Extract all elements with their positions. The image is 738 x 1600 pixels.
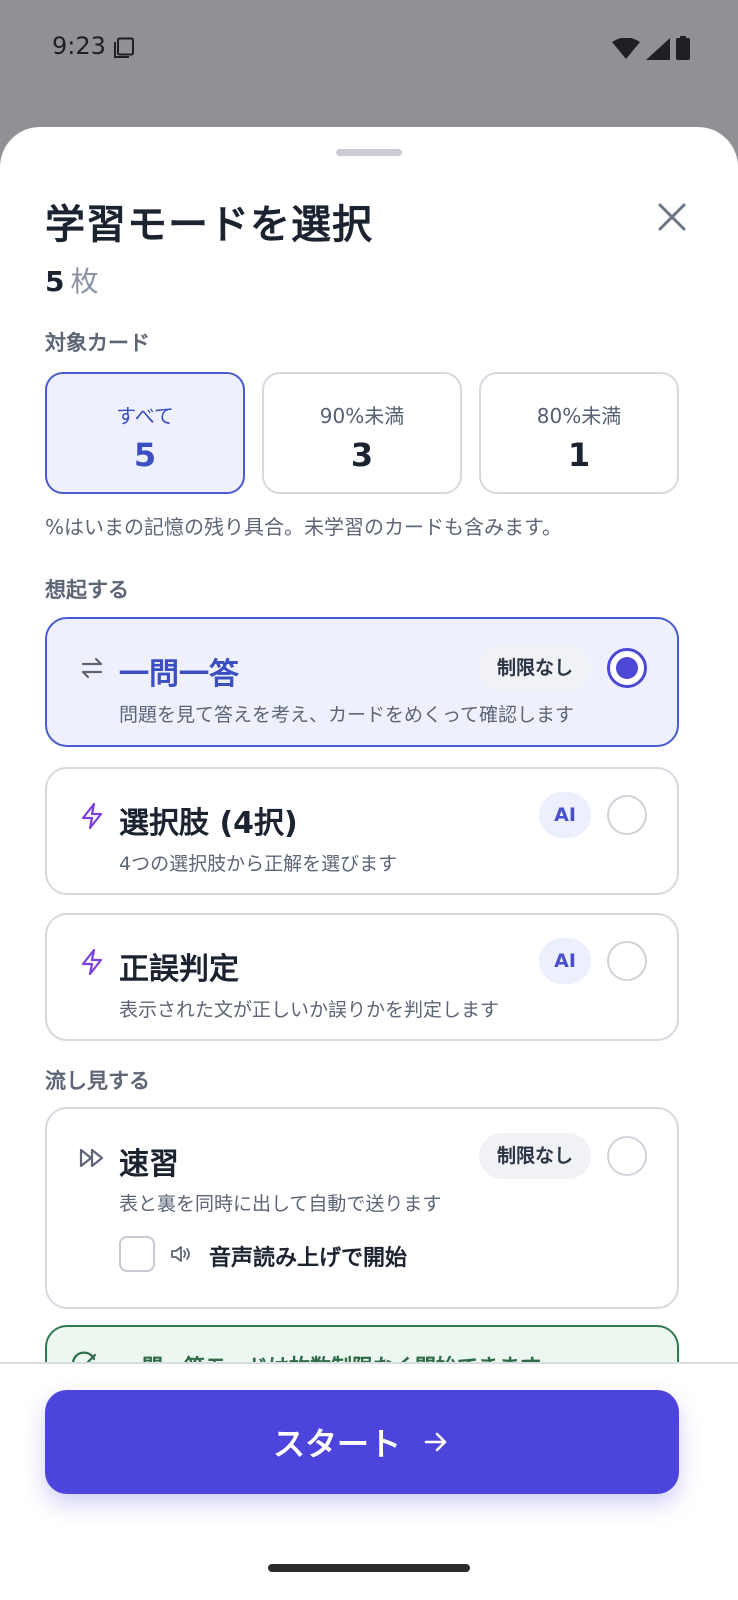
target-section-label: 対象カード [45, 331, 150, 355]
tts-checkbox[interactable] [119, 1236, 155, 1272]
lightning-icon [81, 948, 103, 976]
battery-icon [676, 36, 690, 60]
status-icons [612, 36, 690, 60]
wifi-icon [612, 38, 640, 59]
mode-card-speed-review[interactable]: 速習 制限なし 表と裏を同時に出して自動で送ります 音声読み上げで開始 [45, 1107, 679, 1309]
target-help-text: %はいまの記憶の残り具合。未学習のカードも含みます。 [45, 515, 563, 539]
filter-count: 3 [350, 436, 374, 474]
filter-count: 1 [567, 436, 591, 474]
mode-radio[interactable] [607, 795, 647, 835]
home-indicator[interactable] [268, 1564, 470, 1572]
filter-all[interactable]: すべて 5 [45, 372, 245, 494]
close-icon[interactable] [656, 201, 688, 233]
status-bar: 9:23 [0, 0, 738, 96]
arrow-right-icon [424, 1432, 447, 1452]
mode-description: 4つの選択肢から正解を選びます [119, 853, 398, 875]
mode-title: 選択肢 (4択) [119, 806, 298, 841]
tts-label: 音声読み上げで開始 [209, 1246, 408, 1271]
screenshot-notification-icon [114, 37, 134, 58]
cellular-signal-icon [646, 38, 670, 60]
mode-description: 表示された文が正しいか誤りかを判定します [119, 999, 500, 1021]
filter-label: 90%未満 [319, 404, 405, 428]
mode-card-qa[interactable]: 一問一答 制限なし 問題を見て答えを考え、カードをめくって確認します [45, 617, 679, 747]
status-time: 9:23 [52, 32, 106, 60]
mode-radio[interactable] [607, 941, 647, 981]
sheet-footer: スタート [0, 1362, 738, 1600]
mode-select-sheet: 学習モードを選択 5枚 対象カード すべて 5 90%未満 3 80%未満 1 … [0, 127, 738, 1600]
card-count-unit: 枚 [70, 265, 99, 298]
browse-section-label: 流し見する [45, 1069, 150, 1093]
card-count-value: 5 [45, 265, 65, 298]
fast-forward-icon [79, 1148, 104, 1168]
filter-label: 80%未満 [536, 404, 622, 428]
drag-handle[interactable] [336, 149, 402, 156]
mode-description: 問題を見て答えを考え、カードをめくって確認します [119, 704, 575, 726]
ai-badge: AI [539, 938, 591, 984]
recall-section-label: 想起する [45, 578, 129, 602]
mode-card-multiple-choice[interactable]: 選択肢 (4択) AI 4つの選択肢から正解を選びます [45, 767, 679, 895]
filter-under-90[interactable]: 90%未満 3 [262, 372, 462, 494]
start-button-label: スタート [272, 1425, 401, 1463]
mode-title: 速習 [119, 1147, 179, 1182]
mode-card-true-false[interactable]: 正誤判定 AI 表示された文が正しいか誤りかを判定します [45, 913, 679, 1041]
speaker-icon [171, 1246, 190, 1262]
ai-badge: AI [539, 792, 591, 838]
mode-title: 正誤判定 [119, 952, 239, 987]
filter-under-80[interactable]: 80%未満 1 [479, 372, 679, 494]
mode-description: 表と裏を同時に出して自動で送ります [119, 1193, 442, 1215]
filter-label: すべて [116, 404, 174, 428]
lightning-icon [81, 802, 103, 830]
card-count: 5枚 [45, 260, 99, 300]
filter-count: 5 [133, 436, 157, 474]
sheet-title: 学習モードを選択 [45, 202, 373, 248]
repeat-icon [81, 657, 103, 679]
unlimited-badge: 制限なし [478, 1133, 591, 1179]
mode-title: 一問一答 [119, 657, 239, 692]
start-button[interactable]: スタート [45, 1390, 679, 1494]
mode-radio[interactable] [607, 1136, 647, 1176]
unlimited-badge: 制限なし [478, 645, 591, 691]
mode-radio-selected[interactable] [607, 648, 647, 688]
